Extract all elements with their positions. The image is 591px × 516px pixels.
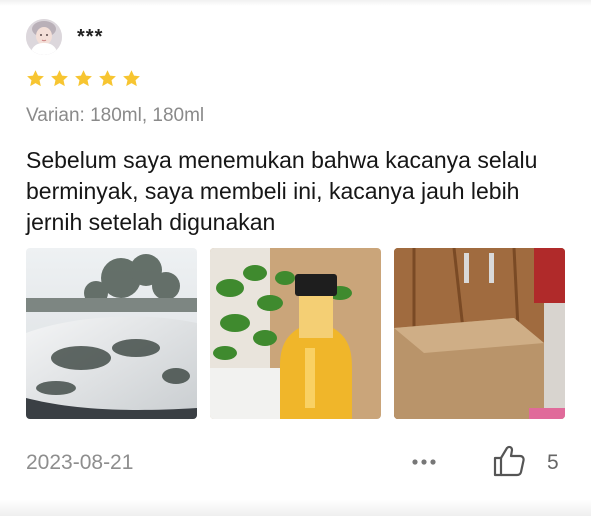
review-photo-car[interactable] [26, 248, 197, 419]
photo-package-image [394, 248, 565, 419]
star-icon [123, 70, 140, 87]
top-divider [0, 0, 591, 6]
like-count: 5 [547, 451, 559, 474]
star-icon [99, 70, 116, 87]
star-icon [75, 70, 92, 87]
avatar-image [26, 19, 62, 55]
reviewer-name: *** [77, 26, 104, 48]
avatar[interactable] [26, 19, 62, 55]
review-photo-package[interactable] [394, 248, 565, 419]
star-icon [51, 70, 68, 87]
star-icon [27, 70, 44, 87]
variant-label: Varian: 180ml, 180ml [26, 105, 205, 126]
photo-car-image [26, 248, 197, 419]
bottom-divider [0, 500, 591, 516]
thumbs-up-icon [493, 445, 525, 477]
review-text: Sebelum saya menemukan bahwa kacanya sel… [26, 147, 538, 235]
more-dots-icon [412, 459, 436, 465]
review-photo-bottle[interactable] [210, 248, 381, 419]
like-button[interactable] [491, 444, 527, 478]
photo-bottle-image [210, 248, 381, 419]
rating-stars [26, 69, 141, 88]
review-date: 2023-08-21 [26, 451, 134, 474]
more-options-button[interactable] [410, 452, 440, 472]
